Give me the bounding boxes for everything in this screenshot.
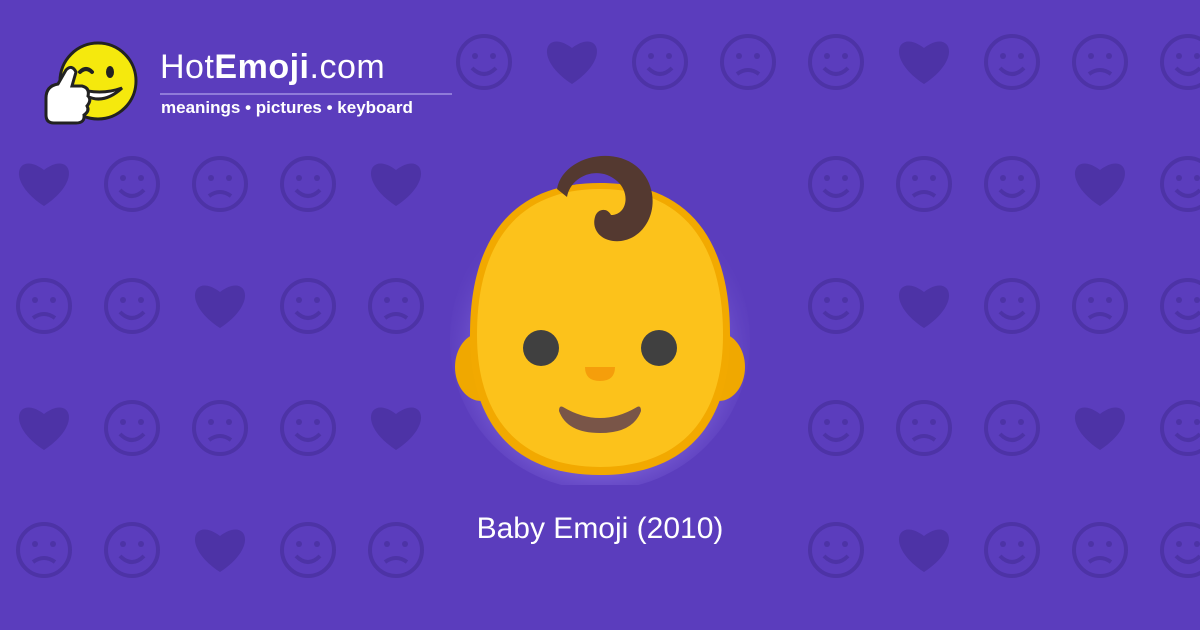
background-emoji-icon: [632, 34, 688, 90]
background-emoji-icon: [1160, 156, 1200, 212]
background-emoji-icon: [808, 34, 864, 90]
baby-face-icon: [450, 155, 750, 485]
background-emoji-icon: [16, 278, 72, 334]
background-emoji-icon: [1072, 34, 1128, 90]
logo-divider: [160, 93, 452, 95]
background-emoji-icon: [984, 400, 1040, 456]
background-emoji-icon: [104, 400, 160, 456]
background-emoji-icon: [280, 156, 336, 212]
background-emoji-icon: [720, 34, 776, 90]
site-tagline: meanings • pictures • keyboard: [161, 98, 413, 117]
thumbs-up-winking-face-icon: [44, 41, 138, 125]
background-emoji-icon: [192, 400, 248, 456]
background-emoji-icon: [280, 400, 336, 456]
background-emoji-icon: [808, 156, 864, 212]
background-emoji-icon: [1160, 34, 1200, 90]
background-emoji-icon: [1072, 278, 1128, 334]
site-name: HotEmoji.com: [160, 48, 386, 86]
background-emoji-icon: [18, 407, 70, 450]
background-emoji-icon: [370, 407, 422, 450]
background-emoji-icon: [546, 41, 598, 84]
emoji-caption: Baby Emoji (2010): [476, 512, 724, 545]
background-emoji-icon: [194, 285, 246, 328]
background-emoji-icon: [104, 156, 160, 212]
background-emoji-icon: [898, 285, 950, 328]
background-emoji-icon: [808, 400, 864, 456]
background-emoji-icon: [1074, 407, 1126, 450]
background-emoji-icon: [368, 278, 424, 334]
background-emoji-icon: [104, 278, 160, 334]
background-emoji-icon: [984, 156, 1040, 212]
background-emoji-icon: [896, 156, 952, 212]
background-emoji-icon: [1160, 400, 1200, 456]
background-emoji-icon: [1074, 163, 1126, 206]
background-emoji-icon: [280, 278, 336, 334]
background-emoji-icon: [192, 156, 248, 212]
site-logo[interactable]: HotEmoji.com meanings • pictures • keybo…: [40, 36, 470, 136]
background-emoji-icon: [984, 34, 1040, 90]
background-emoji-icon: [898, 41, 950, 84]
background-emoji-icon: [370, 163, 422, 206]
background-emoji-icon: [984, 278, 1040, 334]
background-emoji-icon: [808, 278, 864, 334]
background-emoji-icon: [1160, 278, 1200, 334]
background-emoji-icon: [896, 400, 952, 456]
background-emoji-icon: [18, 163, 70, 206]
